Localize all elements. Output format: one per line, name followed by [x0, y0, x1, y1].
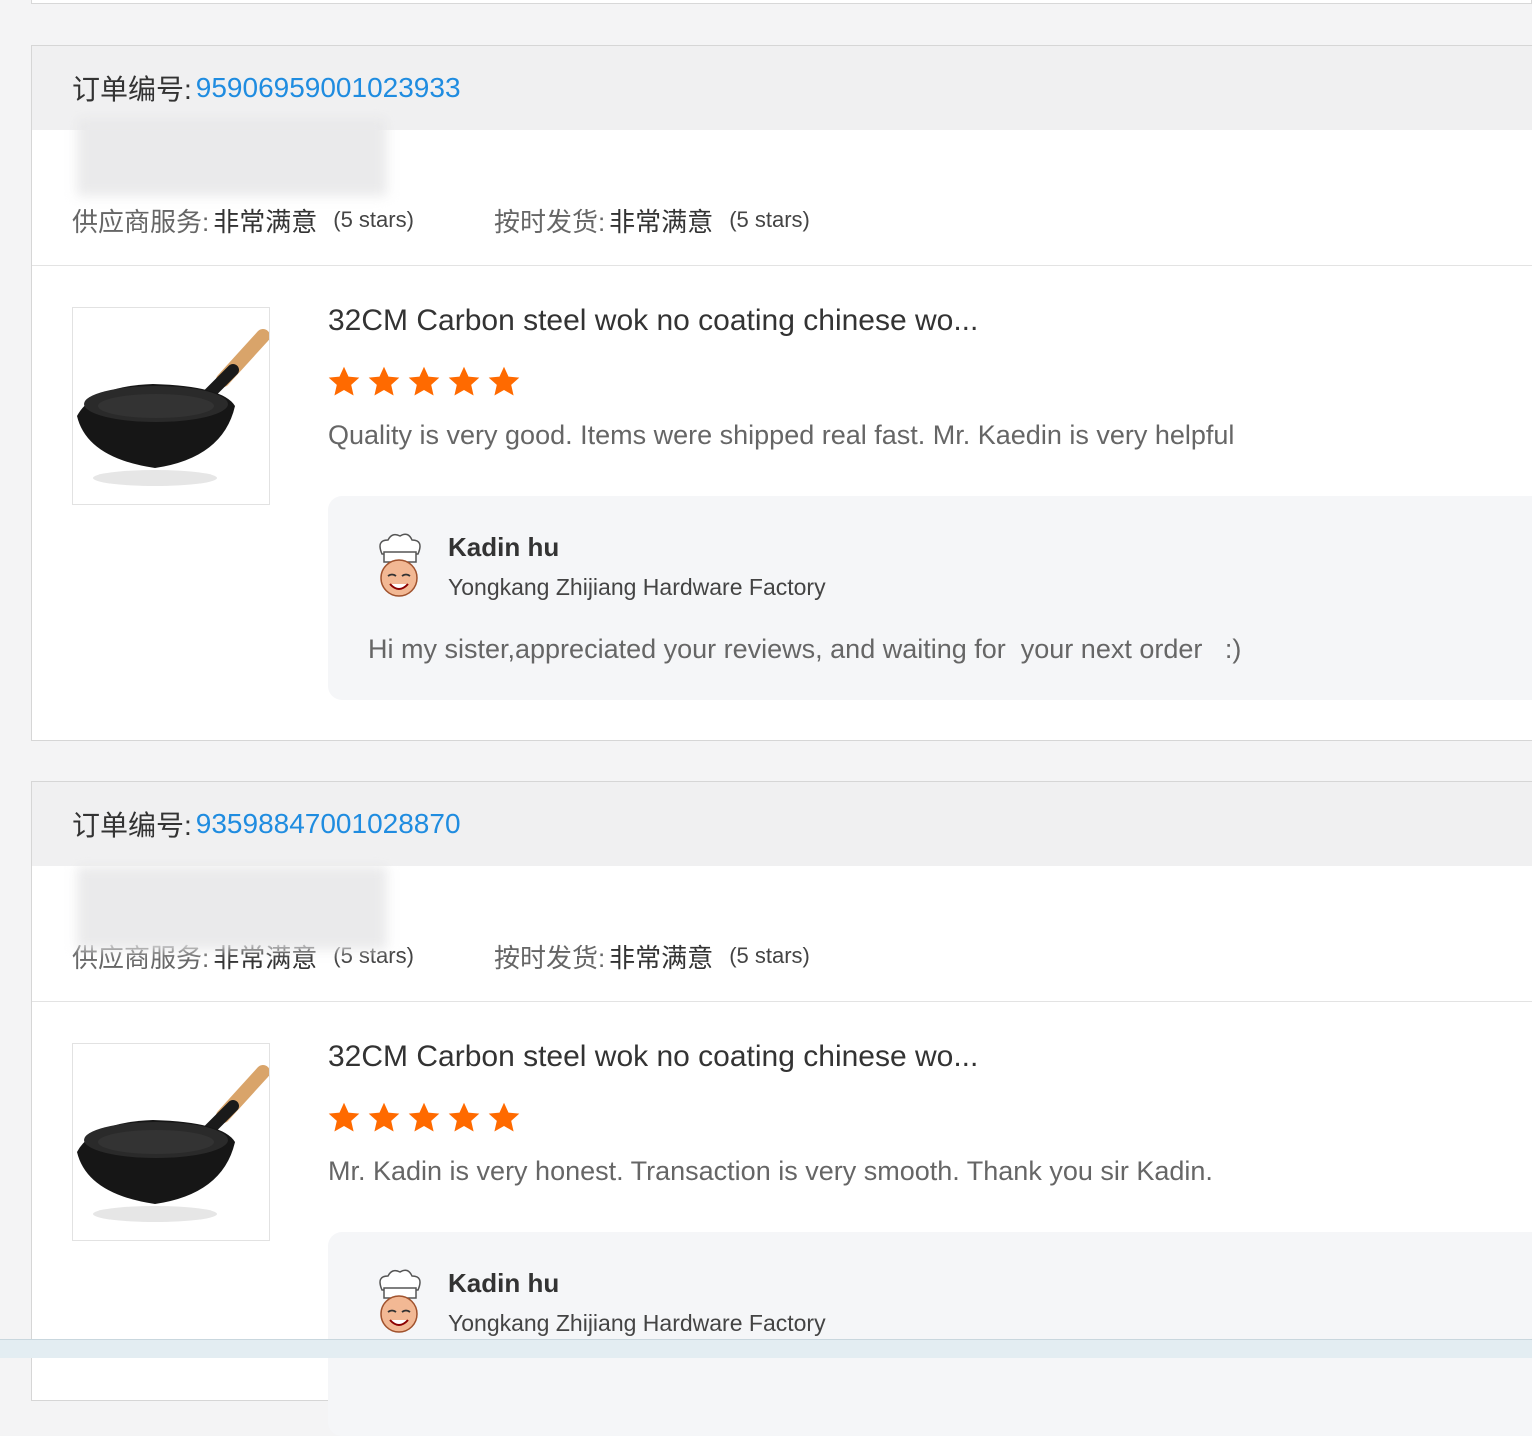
order-card: 订单编号: 93598847001028870 供应商服务: 非常满意 (5 s… [31, 781, 1532, 1436]
star-icon [448, 366, 480, 396]
seller-company: Yongkang Zhijiang Hardware Factory [448, 574, 826, 600]
order-number-link[interactable]: 95906959001023933 [196, 72, 461, 104]
rating-value: 非常满意 [609, 206, 714, 237]
rating-label: 供应商服务: [72, 206, 210, 237]
reply-text: Hi my sister,appreciated your reviews, a… [368, 634, 1242, 664]
star-icon [488, 1102, 520, 1132]
previous-card-edge [31, 0, 1532, 4]
on-time-delivery-rating: 按时发货: 非常满意 (5 stars) [494, 202, 810, 239]
seller-reply: Kadin hu Yongkang Zhijiang Hardware Fact… [328, 496, 1532, 700]
supplier-service-rating: 供应商服务: 非常满意 (5 stars) [72, 202, 414, 239]
seller-name: Kadin hu [448, 532, 560, 562]
star-icon [328, 366, 360, 396]
chef-avatar-icon [379, 1269, 421, 1333]
rating-label: 按时发货: [493, 206, 606, 237]
star-icon [448, 1102, 480, 1132]
rating-stars-text: (5 stars) [333, 207, 414, 232]
seller-company: Yongkang Zhijiang Hardware Factory [448, 1310, 826, 1336]
star-icon [328, 1102, 360, 1132]
star-icon [408, 366, 440, 396]
star-icon [408, 1102, 440, 1132]
taskbar-edge [0, 1339, 1532, 1358]
product-image[interactable] [72, 1043, 270, 1241]
rating-value: 非常满意 [213, 206, 318, 237]
product-title[interactable]: 32CM Carbon steel wok no coating chinese… [328, 304, 978, 338]
star-icon [488, 366, 520, 396]
star-rating [326, 364, 522, 400]
star-rating [326, 1100, 522, 1136]
order-card: 订单编号: 95906959001023933 供应商服务: 非常满意 (5 s… [31, 45, 1532, 741]
order-header: 订单编号: 93598847001028870 [32, 782, 1532, 866]
wok-image [77, 1065, 270, 1222]
on-time-delivery-rating: 按时发货: 非常满意 (5 stars) [494, 938, 810, 975]
product-image[interactable] [72, 307, 270, 505]
chef-avatar-icon [379, 533, 421, 597]
rating-stars-text: (5 stars) [729, 207, 810, 232]
rating-label: 按时发货: [493, 942, 606, 973]
rating-stars-text: (5 stars) [729, 943, 810, 968]
star-icon [368, 366, 400, 396]
seller-name: Kadin hu [448, 1268, 560, 1298]
rating-value: 非常满意 [609, 942, 714, 973]
ratings-row: 供应商服务: 非常满意 (5 stars) 按时发货: 非常满意 (5 star… [72, 200, 890, 240]
review-text: Mr. Kadin is very honest. Transaction is… [328, 1156, 1213, 1186]
wok-image [77, 329, 270, 486]
divider [32, 1001, 1532, 1002]
divider [32, 265, 1532, 266]
redacted-area [77, 866, 387, 950]
order-number-label: 订单编号: [72, 74, 192, 105]
review-text: Quality is very good. Items were shipped… [328, 420, 1235, 450]
order-number-label: 订单编号: [72, 810, 192, 841]
redacted-area [77, 118, 387, 196]
star-icon [368, 1102, 400, 1132]
product-title[interactable]: 32CM Carbon steel wok no coating chinese… [328, 1040, 978, 1074]
seller-reply: Kadin hu Yongkang Zhijiang Hardware Fact… [328, 1232, 1532, 1436]
order-number-link[interactable]: 93598847001028870 [196, 808, 461, 840]
